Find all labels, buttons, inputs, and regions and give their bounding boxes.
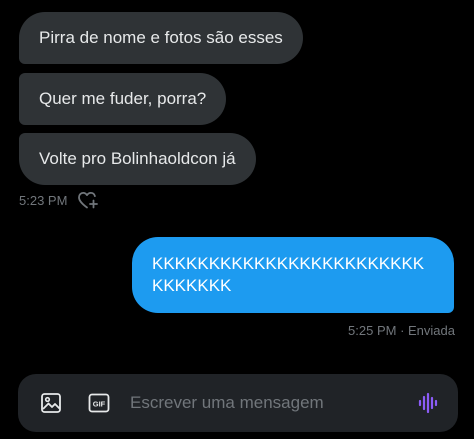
received-message[interactable]: Volte pro Bolinhaoldcon já bbox=[19, 133, 256, 185]
heart-plus-icon[interactable] bbox=[77, 190, 99, 210]
conversation-thread: Pirra de nome e fotos são esses Quer me … bbox=[0, 0, 474, 372]
sent-message-meta: 5:25 PM · Enviada bbox=[348, 320, 455, 340]
voice-waveform-icon[interactable] bbox=[414, 389, 442, 417]
received-message[interactable]: Quer me fuder, porra? bbox=[19, 73, 227, 125]
received-message[interactable]: Pirra de nome e fotos são esses bbox=[19, 12, 303, 64]
gif-label: GIF bbox=[93, 400, 106, 409]
message-timestamp: 5:23 PM bbox=[19, 192, 68, 208]
message-text: Pirra de nome e fotos são esses bbox=[39, 28, 283, 47]
message-input[interactable] bbox=[130, 388, 414, 418]
sent-message[interactable]: KKKKKKKKKKKKKKKKKKKKKKKKKKKKKKK bbox=[132, 237, 454, 313]
message-text: KKKKKKKKKKKKKKKKKKKKKKKKKKKKKKK bbox=[152, 254, 425, 295]
image-icon[interactable] bbox=[38, 390, 64, 416]
message-text: Volte pro Bolinhaoldcon já bbox=[39, 149, 236, 168]
received-message-meta: 5:23 PM bbox=[19, 190, 99, 210]
message-text: Quer me fuder, porra? bbox=[39, 89, 207, 108]
message-timestamp-status: 5:25 PM · Enviada bbox=[348, 322, 455, 338]
message-composer: GIF bbox=[18, 374, 458, 432]
gif-icon[interactable]: GIF bbox=[86, 390, 112, 416]
